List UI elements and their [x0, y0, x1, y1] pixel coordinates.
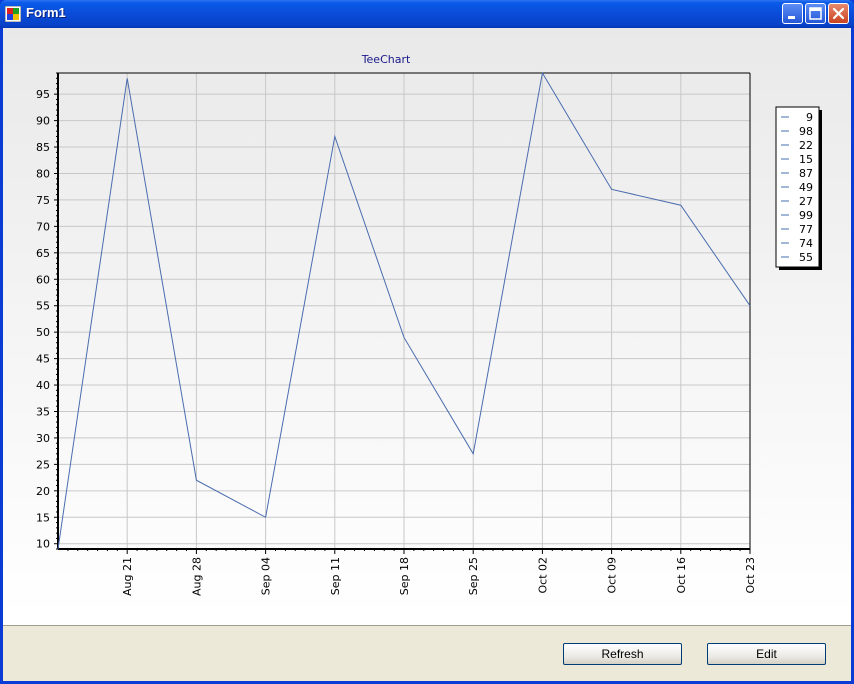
- y-tick-label: 30: [36, 432, 50, 445]
- legend-item: 77: [799, 223, 813, 236]
- legend-item: 22: [799, 139, 813, 152]
- edit-button[interactable]: Edit: [707, 643, 826, 665]
- bottom-panel: Refresh Edit: [3, 625, 851, 681]
- y-tick-label: 10: [36, 538, 50, 551]
- minimize-icon: [788, 16, 795, 19]
- maximize-icon: [809, 7, 822, 20]
- y-tick-label: 65: [36, 247, 50, 260]
- close-icon: [832, 7, 845, 20]
- legend-item: 87: [799, 167, 813, 180]
- windows-form-icon: [5, 6, 21, 22]
- y-tick-label: 60: [36, 273, 50, 286]
- title-bar[interactable]: Form1: [0, 0, 854, 28]
- x-tick-label: Aug 21: [121, 557, 134, 596]
- x-tick-label: Sep 11: [329, 557, 342, 595]
- y-tick-label: 80: [36, 167, 50, 180]
- x-tick-label: Aug 28: [190, 557, 203, 596]
- y-tick-label: 25: [36, 458, 50, 471]
- y-tick-label: 90: [36, 115, 50, 128]
- minimize-button[interactable]: [782, 3, 803, 24]
- y-tick-label: 40: [36, 379, 50, 392]
- maximize-button[interactable]: [805, 3, 826, 24]
- x-tick-label: Sep 25: [467, 557, 480, 595]
- y-tick-label: 70: [36, 220, 50, 233]
- legend-item: 49: [799, 181, 813, 194]
- chart-grid: [58, 73, 751, 549]
- y-tick-label: 55: [36, 300, 50, 313]
- y-tick-label: 85: [36, 141, 50, 154]
- x-tick-label: Oct 23: [744, 557, 757, 594]
- application-window: Form1 TeeChart 10 15 20 25 30 35 40 45 50 55 60 65 7…: [0, 0, 854, 684]
- y-tick-label: 45: [36, 353, 50, 366]
- refresh-button[interactable]: Refresh: [563, 643, 682, 665]
- chart-legend[interactable]: 998221587492799777455: [775, 106, 822, 270]
- y-tick-label: 50: [36, 326, 50, 339]
- tee-chart[interactable]: TeeChart 10 15 20 25 30 35 40 45 50 55 60 65 70 75 80 8…: [3, 28, 851, 625]
- legend-item: 9: [806, 111, 813, 124]
- x-tick-label: Sep 18: [398, 557, 411, 595]
- y-tick-label: 75: [36, 194, 50, 207]
- legend-item: 74: [799, 237, 813, 250]
- y-tick-label: 95: [36, 88, 50, 101]
- legend-item: 99: [799, 209, 813, 222]
- y-tick-label: 35: [36, 405, 50, 418]
- x-tick-label: Oct 16: [675, 557, 688, 594]
- x-tick-label: Sep 04: [260, 557, 273, 595]
- y-tick-label: 20: [36, 485, 50, 498]
- legend-item: 98: [799, 125, 813, 138]
- chart-title: TeeChart: [361, 53, 411, 66]
- close-button[interactable]: [828, 3, 849, 24]
- legend-item: 15: [799, 153, 813, 166]
- legend-item: 55: [799, 251, 813, 264]
- y-tick-label: 15: [36, 511, 50, 524]
- legend-item: 27: [799, 195, 813, 208]
- window-title: Form1: [26, 5, 66, 20]
- x-tick-label: Oct 09: [606, 557, 619, 594]
- x-tick-label: Oct 02: [536, 557, 549, 594]
- form-client-area: TeeChart 10 15 20 25 30 35 40 45 50 55 60 65 70 75 80 8…: [3, 28, 851, 681]
